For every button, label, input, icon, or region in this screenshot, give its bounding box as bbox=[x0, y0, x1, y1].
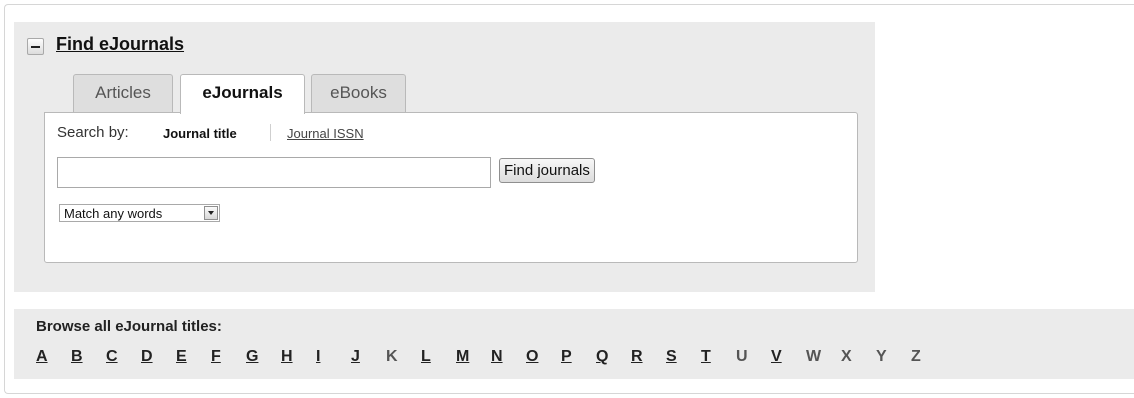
browse-letter-v[interactable]: V bbox=[771, 348, 806, 366]
browse-panel: Browse all eJournal titles: ABCDEFGHIJK L… bbox=[14, 309, 1134, 379]
tab-ebooks[interactable]: eBooks bbox=[311, 74, 406, 112]
find-ejournals-panel: Find eJournals Articles eJournals eBooks… bbox=[14, 22, 875, 292]
browse-letter-x: X bbox=[841, 348, 852, 365]
collapse-minus-icon[interactable] bbox=[27, 38, 44, 55]
browse-letter-g[interactable]: G bbox=[246, 348, 281, 366]
browse-letter-t[interactable]: T bbox=[701, 348, 736, 366]
find-journals-button[interactable]: Find journals bbox=[499, 158, 595, 183]
browse-letter-j[interactable]: J bbox=[351, 348, 386, 366]
browse-letter-r[interactable]: R bbox=[631, 348, 666, 366]
option-divider bbox=[270, 124, 271, 141]
browse-letter-a[interactable]: A bbox=[36, 348, 71, 366]
browse-letter-q[interactable]: Q bbox=[596, 348, 631, 366]
browse-letter-o[interactable]: O bbox=[526, 348, 561, 366]
browse-letter-w: W bbox=[806, 348, 822, 365]
browse-letter-y: Y bbox=[876, 348, 887, 365]
match-mode-select[interactable]: Match any words bbox=[59, 204, 220, 222]
browse-letter-i[interactable]: I bbox=[316, 348, 351, 366]
browse-letter-m[interactable]: M bbox=[456, 348, 491, 366]
search-by-journal-title: Journal title bbox=[163, 126, 237, 141]
match-mode-value: Match any words bbox=[64, 206, 163, 221]
browse-title: Browse all eJournal titles: bbox=[36, 318, 222, 335]
browse-letter-p[interactable]: P bbox=[561, 348, 596, 366]
tab-articles[interactable]: Articles bbox=[73, 74, 173, 112]
panel-title-link[interactable]: Find eJournals bbox=[56, 34, 184, 55]
chevron-down-icon[interactable] bbox=[204, 206, 218, 220]
browse-letter-c[interactable]: C bbox=[106, 348, 141, 366]
browse-letter-s[interactable]: S bbox=[666, 348, 701, 366]
tab-ejournals[interactable]: eJournals bbox=[180, 74, 305, 114]
browse-letter-h[interactable]: H bbox=[281, 348, 316, 366]
search-form: Search by: Journal title Journal ISSN Fi… bbox=[44, 112, 858, 263]
browse-letter-e[interactable]: E bbox=[176, 348, 211, 366]
browse-letter-k: K bbox=[386, 348, 398, 365]
journal-search-input[interactable] bbox=[57, 157, 491, 188]
search-by-label: Search by: bbox=[57, 124, 129, 141]
search-by-journal-issn[interactable]: Journal ISSN bbox=[287, 126, 364, 141]
browse-letter-b[interactable]: B bbox=[71, 348, 106, 366]
browse-letter-n[interactable]: N bbox=[491, 348, 526, 366]
browse-letter-d[interactable]: D bbox=[141, 348, 176, 366]
browse-letter-z: Z bbox=[911, 348, 921, 365]
alphabet-index: ABCDEFGHIJK LMNOPQRSTU VW X Y Z bbox=[36, 348, 946, 366]
browse-letter-f[interactable]: F bbox=[211, 348, 246, 366]
browse-letter-l[interactable]: L bbox=[421, 348, 456, 366]
browse-letter-u: U bbox=[736, 348, 748, 365]
